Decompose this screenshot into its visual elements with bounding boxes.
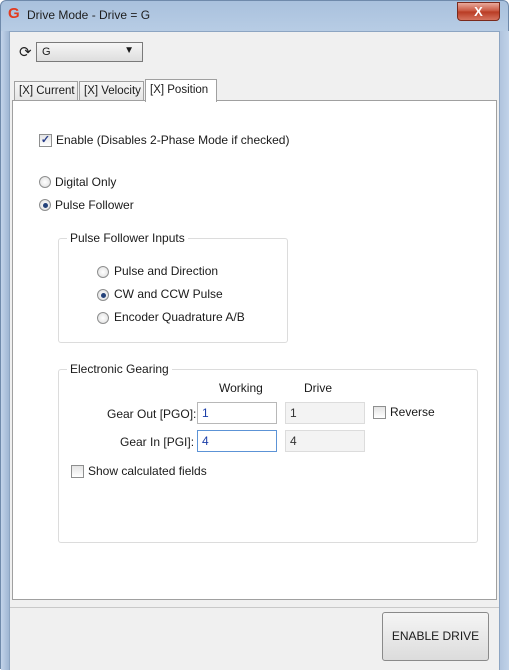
reverse-checkbox[interactable] [373,406,386,419]
gear-out-label: Gear Out [PGO]: [107,407,197,421]
column-drive: Drive [304,381,333,395]
window-frame: G Drive Mode - Drive = G X ⟳ G ▼ [X] Cur… [0,0,509,670]
chevron-down-icon: ▼ [124,45,134,56]
dialog-client: ⟳ G ▼ [X] Current [X] Velocity [X] Posit… [9,31,500,670]
show-calculated-checkbox-label: Show calculated fields [88,464,207,478]
pulse-follower-inputs-title: Pulse Follower Inputs [67,231,188,245]
show-calculated-checkbox[interactable] [71,465,84,478]
radio-cw-ccw-pulse-label: CW and CCW Pulse [114,287,223,301]
pulse-follower-inputs-group: Pulse Follower Inputs Pulse and Directio… [58,231,288,343]
radio-pulse-direction[interactable] [97,266,109,278]
radio-pulse-direction-label: Pulse and Direction [114,264,219,278]
radio-cw-ccw-pulse[interactable] [97,289,109,301]
enable-drive-button[interactable]: ENABLE DRIVE [382,612,489,661]
window-title: Drive Mode - Drive = G [27,8,151,22]
enable-checkbox-label: Enable (Disables 2-Phase Mode if checked… [56,133,290,147]
left-border [1,31,9,670]
radio-digital-only[interactable] [39,176,51,188]
gear-in-label: Gear In [PGI]: [120,435,195,449]
electronic-gearing-title: Electronic Gearing [67,362,172,376]
tab-position[interactable]: [X] Position [145,79,217,102]
electronic-gearing-group: Electronic Gearing Working Drive Gear Ou… [58,362,478,543]
enable-checkbox[interactable]: ✓ [39,134,52,147]
drive-select-value: G [42,46,51,58]
refresh-icon[interactable]: ⟳ [19,43,32,61]
position-tab-panel: ✓ Enable (Disables 2-Phase Mode if check… [12,100,497,600]
radio-pulse-follower-label: Pulse Follower [55,198,134,212]
gear-in-working-input[interactable]: 4 [197,430,277,452]
drive-select[interactable]: G ▼ [36,42,143,62]
column-working: Working [219,381,263,395]
radio-digital-only-label: Digital Only [55,175,117,189]
reverse-checkbox-label: Reverse [390,405,435,419]
tab-velocity[interactable]: [X] Velocity [79,81,144,101]
title-bar[interactable]: G Drive Mode - Drive = G X [1,1,508,31]
radio-pulse-follower[interactable] [39,199,51,211]
tab-current[interactable]: [X] Current [14,81,78,101]
gear-out-working-input[interactable]: 1 [197,402,277,424]
gear-in-drive-value: 4 [285,430,365,452]
gear-out-drive-value: 1 [285,402,365,424]
radio-encoder-quadrature-label: Encoder Quadrature A/B [114,310,245,324]
close-button[interactable]: X [457,2,500,21]
radio-encoder-quadrature[interactable] [97,312,109,324]
footer-divider [10,607,499,608]
app-g-icon: G [8,5,20,22]
